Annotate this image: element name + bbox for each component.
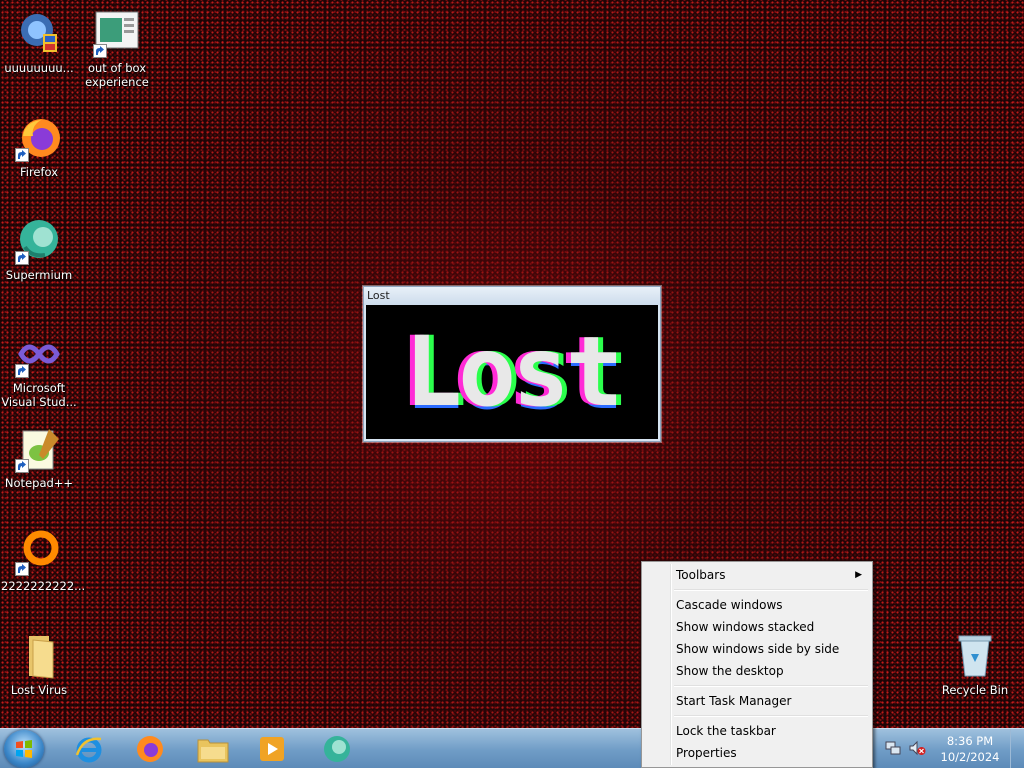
- folder-icon: [15, 632, 63, 680]
- notepad-plus-plus-icon: [15, 425, 63, 473]
- lost-logo-text: Lost: [404, 316, 623, 428]
- firefox-icon: [15, 114, 63, 162]
- shortcut-arrow-icon: [15, 562, 29, 576]
- menu-item-label: Show the desktop: [676, 664, 784, 678]
- menu-item-label: Properties: [676, 746, 737, 760]
- menu-item-label: Lock the taskbar: [676, 724, 776, 738]
- desktop-icon-out-of-box-experience[interactable]: out of box experience: [79, 10, 155, 89]
- taskbar-internet-explorer[interactable]: [64, 732, 114, 766]
- desktop-icon-notepad-plus-plus[interactable]: Notepad++: [1, 425, 77, 490]
- file-explorer-icon: [197, 739, 229, 763]
- orange-ring-icon: [15, 528, 63, 576]
- menu-separator: [644, 586, 870, 594]
- internet-explorer-icon: [75, 737, 102, 763]
- taskbar-file-explorer[interactable]: [188, 732, 238, 766]
- taskbar-supermium[interactable]: [312, 732, 362, 766]
- desktop-icon-label: Recycle Bin: [941, 683, 1009, 697]
- menu-item-toolbars[interactable]: Toolbars ▶: [644, 564, 870, 586]
- desktop-icon-label: 2222222222...: [1, 579, 86, 593]
- menu-item-label: Toolbars: [676, 568, 726, 582]
- clock-time: 8:36 PM: [946, 734, 994, 748]
- menu-item-start-task-manager[interactable]: Start Task Manager: [644, 690, 870, 712]
- submenu-arrow-icon: ▶: [855, 570, 862, 580]
- clock[interactable]: 8:36 PM 10/2/2024: [940, 733, 1000, 765]
- desktop-icon-uuuuuuuu[interactable]: uuuuuuuu...: [1, 10, 77, 75]
- desktop-icon-label: Firefox: [19, 165, 59, 179]
- supermium-icon: [15, 217, 63, 265]
- desktop-icon-supermium[interactable]: Supermium: [1, 217, 77, 282]
- supermium-icon: [324, 736, 350, 762]
- firefox-icon: [137, 736, 163, 762]
- shortcut-arrow-icon: [93, 44, 107, 58]
- visual-studio-icon: [15, 330, 63, 378]
- menu-item-label: Show windows stacked: [676, 620, 815, 634]
- system-tray: 8:36 PM 10/2/2024: [874, 729, 1024, 768]
- windows-logo-icon: [16, 740, 32, 758]
- shortcut-arrow-icon: [15, 251, 29, 265]
- recycle-bin-icon: [951, 632, 999, 680]
- desktop-icon-label: Supermium: [5, 268, 73, 282]
- menu-item-label: Cascade windows: [676, 598, 783, 612]
- volume-muted-icon[interactable]: [908, 739, 926, 760]
- taskbar-media-player[interactable]: [247, 732, 297, 766]
- menu-separator: [644, 712, 870, 720]
- show-desktop-button[interactable]: [1010, 729, 1024, 768]
- desktop-icon-lost-virus[interactable]: Lost Virus: [1, 632, 77, 697]
- shortcut-arrow-icon: [15, 459, 29, 473]
- window-title: Lost: [364, 287, 660, 305]
- window-document-icon: [93, 10, 141, 58]
- menu-item-cascade-windows[interactable]: Cascade windows: [644, 594, 870, 616]
- desktop-icon-2222222222[interactable]: 2222222222...: [1, 528, 86, 593]
- menu-item-label: Start Task Manager: [676, 694, 792, 708]
- desktop-icon-label: Lost Virus: [10, 683, 68, 697]
- menu-item-properties[interactable]: Properties: [644, 742, 870, 764]
- menu-item-show-windows-side-by-side[interactable]: Show windows side by side: [644, 638, 870, 660]
- desktop-icon-label: Notepad++: [4, 476, 74, 490]
- menu-separator: [644, 682, 870, 690]
- desktop-icon-label: out of box experience: [85, 61, 149, 89]
- menu-item-label: Show windows side by side: [676, 642, 840, 656]
- menu-item-show-windows-stacked[interactable]: Show windows stacked: [644, 616, 870, 638]
- desktop-icon-recycle-bin[interactable]: Recycle Bin: [937, 632, 1013, 697]
- desktop-icon-label: uuuuuuuu...: [4, 61, 74, 75]
- shortcut-arrow-icon: [15, 364, 29, 378]
- desktop-icon-label: Microsoft Visual Stud...: [1, 381, 77, 409]
- taskbar-context-menu: Toolbars ▶ Cascade windows Show windows …: [641, 561, 873, 768]
- network-icon[interactable]: [884, 739, 902, 760]
- desktop-icon-visual-studio[interactable]: Microsoft Visual Stud...: [1, 330, 77, 409]
- taskbar-firefox[interactable]: [125, 732, 175, 766]
- media-player-icon: [260, 737, 284, 761]
- shortcut-arrow-icon: [15, 148, 29, 162]
- clock-date: 10/2/2024: [940, 750, 1000, 764]
- desktop-icon-firefox[interactable]: Firefox: [1, 114, 77, 179]
- lost-window[interactable]: Lost Lost: [363, 286, 661, 442]
- menu-item-show-the-desktop[interactable]: Show the desktop: [644, 660, 870, 682]
- lost-logo-canvas: Lost: [366, 305, 658, 439]
- menu-item-lock-the-taskbar[interactable]: Lock the taskbar: [644, 720, 870, 742]
- start-button[interactable]: [4, 730, 44, 768]
- control-panel-icon: [15, 10, 63, 58]
